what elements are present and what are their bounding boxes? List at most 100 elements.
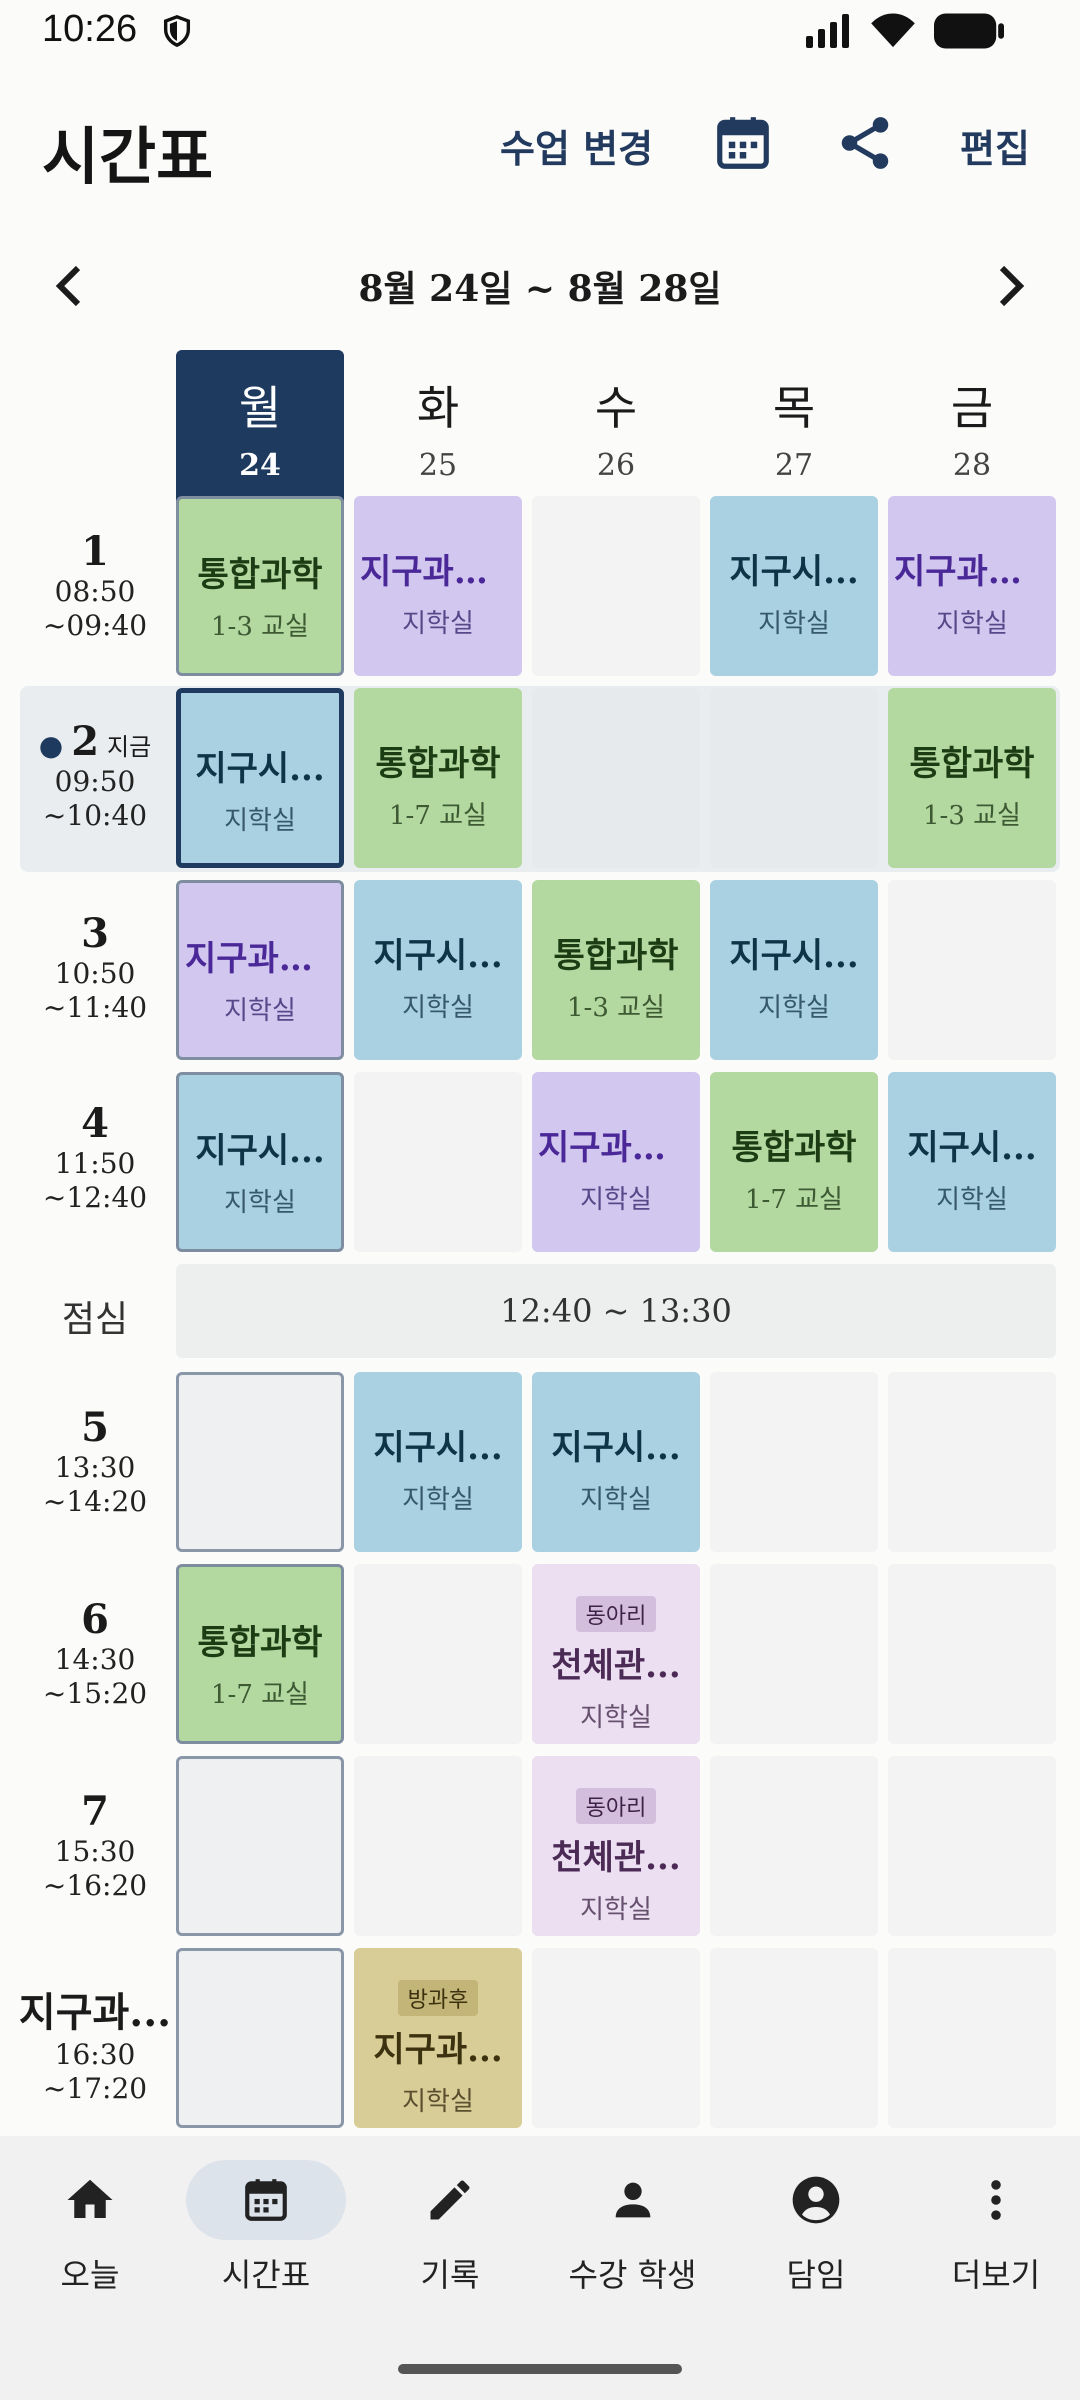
edit-button[interactable]: 편집 [960, 118, 1030, 173]
lunch-label: 점심 [61, 1299, 129, 1340]
empty-cell[interactable] [176, 1756, 344, 1936]
period-start: 11:50 [54, 1147, 136, 1180]
class-cell[interactable]: 지구시... 지학실 [888, 1072, 1056, 1252]
class-cell[interactable]: 통합과학 1-3 교실 [176, 496, 344, 676]
period-end: ~10:40 [42, 799, 148, 832]
nav-label: 오늘 [60, 2256, 120, 2294]
day-date: 25 [418, 448, 458, 483]
nav-students[interactable]: 수강 학생 [540, 2160, 725, 2296]
nav-timetable[interactable]: 시간표 [176, 2160, 356, 2296]
empty-cell[interactable] [532, 688, 700, 868]
empty-cell[interactable] [532, 496, 700, 676]
empty-cell[interactable] [710, 1756, 878, 1936]
calendar-icon[interactable] [712, 112, 774, 174]
empty-cell[interactable] [888, 880, 1056, 1060]
class-subject: 통합과학 [197, 1623, 323, 1663]
class-cell[interactable]: 지구시... 지학실 [710, 880, 878, 1060]
empty-cell[interactable] [710, 1948, 878, 2128]
class-room: 지학실 [758, 609, 830, 639]
period-label-8: 지구과... 16:30 ~17:20 [0, 1980, 190, 2106]
class-subject: 통합과학 [909, 744, 1035, 784]
status-icons [804, 12, 1004, 50]
empty-cell[interactable] [888, 1948, 1056, 2128]
class-cell[interactable]: 지구시... 지학실 [532, 1372, 700, 1552]
empty-cell[interactable] [176, 1372, 344, 1552]
class-room: 지학실 [580, 1703, 652, 1733]
class-room: 1-3 교실 [923, 801, 1021, 831]
class-cell[interactable]: 지구시... 지학실 [354, 1372, 522, 1552]
class-cell-current[interactable]: 지구시... 지학실 [176, 688, 344, 868]
day-date: 24 [239, 448, 281, 483]
class-cell[interactable]: 지구시... 지학실 [354, 880, 522, 1060]
class-subject: 천체관... [551, 1838, 681, 1878]
day-date: 28 [952, 448, 992, 483]
pencil-icon [430, 2180, 470, 2220]
empty-cell[interactable] [354, 1072, 522, 1252]
class-cell[interactable]: 통합과학 1-3 교실 [888, 688, 1056, 868]
class-subject: 지구시... [373, 1428, 503, 1468]
class-subject: 지구과학II [360, 552, 517, 592]
day-name: 수 [594, 381, 638, 435]
class-room: 1-3 교실 [567, 993, 665, 1023]
period-start: 16:30 [54, 2038, 136, 2071]
period-number: 2 [71, 718, 100, 765]
class-room: 지학실 [224, 996, 296, 1026]
period-start: 15:30 [54, 1835, 136, 1868]
class-cell[interactable]: 통합과학 1-7 교실 [710, 1072, 878, 1252]
share-icon[interactable] [834, 112, 896, 174]
period-start: 09:50 [54, 765, 136, 798]
class-room: 지학실 [936, 609, 1008, 639]
lunch-time: 12:40 ~ 13:30 [176, 1264, 1056, 1358]
empty-cell[interactable] [710, 1564, 878, 1744]
class-cell[interactable]: 지구과학II 지학실 [176, 880, 344, 1060]
nav-records[interactable]: 기록 [360, 2160, 540, 2296]
class-cell[interactable]: 통합과학 1-3 교실 [532, 880, 700, 1060]
club-cell[interactable]: 동아리 천체관... 지학실 [532, 1756, 700, 1936]
empty-cell[interactable] [710, 1372, 878, 1552]
period-end: ~14:20 [42, 1485, 148, 1518]
class-cell[interactable]: 지구과학II 지학실 [532, 1072, 700, 1252]
class-subject: 통합과학 [731, 1128, 857, 1168]
period-end: ~16:20 [42, 1869, 148, 1902]
chevron-right-icon[interactable] [990, 262, 1030, 310]
period-number: 1 [81, 528, 109, 575]
empty-cell[interactable] [532, 1948, 700, 2128]
class-room: 1-3 교실 [211, 612, 309, 642]
day-name: 화 [416, 381, 460, 435]
empty-cell[interactable] [354, 1564, 522, 1744]
nav-label: 더보기 [951, 2256, 1041, 2294]
period-start: 08:50 [54, 575, 136, 608]
class-room: 지학실 [402, 609, 474, 639]
club-badge: 동아리 [575, 1788, 657, 1824]
calendar-icon [245, 2179, 287, 2221]
class-subject: 지구과학II [894, 552, 1051, 592]
day-name: 월 [238, 381, 282, 435]
empty-cell[interactable] [888, 1564, 1056, 1744]
nav-label: 담임 [786, 2256, 846, 2294]
class-cell[interactable]: 지구과학II 지학실 [354, 496, 522, 676]
home-indicator[interactable] [398, 2364, 682, 2374]
after-school-cell[interactable]: 방과후 지구과... 지학실 [354, 1948, 522, 2128]
class-cell[interactable]: 지구과학II 지학실 [888, 496, 1056, 676]
empty-cell[interactable] [888, 1372, 1056, 1552]
class-room: 지학실 [402, 993, 474, 1023]
class-cell[interactable]: 통합과학 1-7 교실 [354, 688, 522, 868]
empty-cell[interactable] [176, 1948, 344, 2128]
empty-cell[interactable] [710, 688, 878, 868]
period-label-7: 7 15:30 ~16:20 [0, 1788, 190, 1903]
class-cell[interactable]: 지구시... 지학실 [176, 1072, 344, 1252]
period-start: 13:30 [54, 1451, 136, 1484]
person-icon [615, 2182, 650, 2218]
nav-more[interactable]: 더보기 [906, 2160, 1080, 2296]
change-class-button[interactable]: 수업 변경 [500, 118, 653, 173]
class-cell[interactable]: 통합과학 1-7 교실 [176, 1564, 344, 1744]
period-end: ~15:20 [42, 1677, 148, 1710]
nav-today[interactable]: 오늘 [0, 2160, 180, 2296]
empty-cell[interactable] [354, 1756, 522, 1936]
class-room: 지학실 [402, 1485, 474, 1515]
class-cell[interactable]: 지구시... 지학실 [710, 496, 878, 676]
nav-homeroom[interactable]: 담임 [726, 2160, 906, 2296]
club-cell[interactable]: 동아리 천체관... 지학실 [532, 1564, 700, 1744]
class-room: 지학실 [580, 1185, 652, 1215]
empty-cell[interactable] [888, 1756, 1056, 1936]
